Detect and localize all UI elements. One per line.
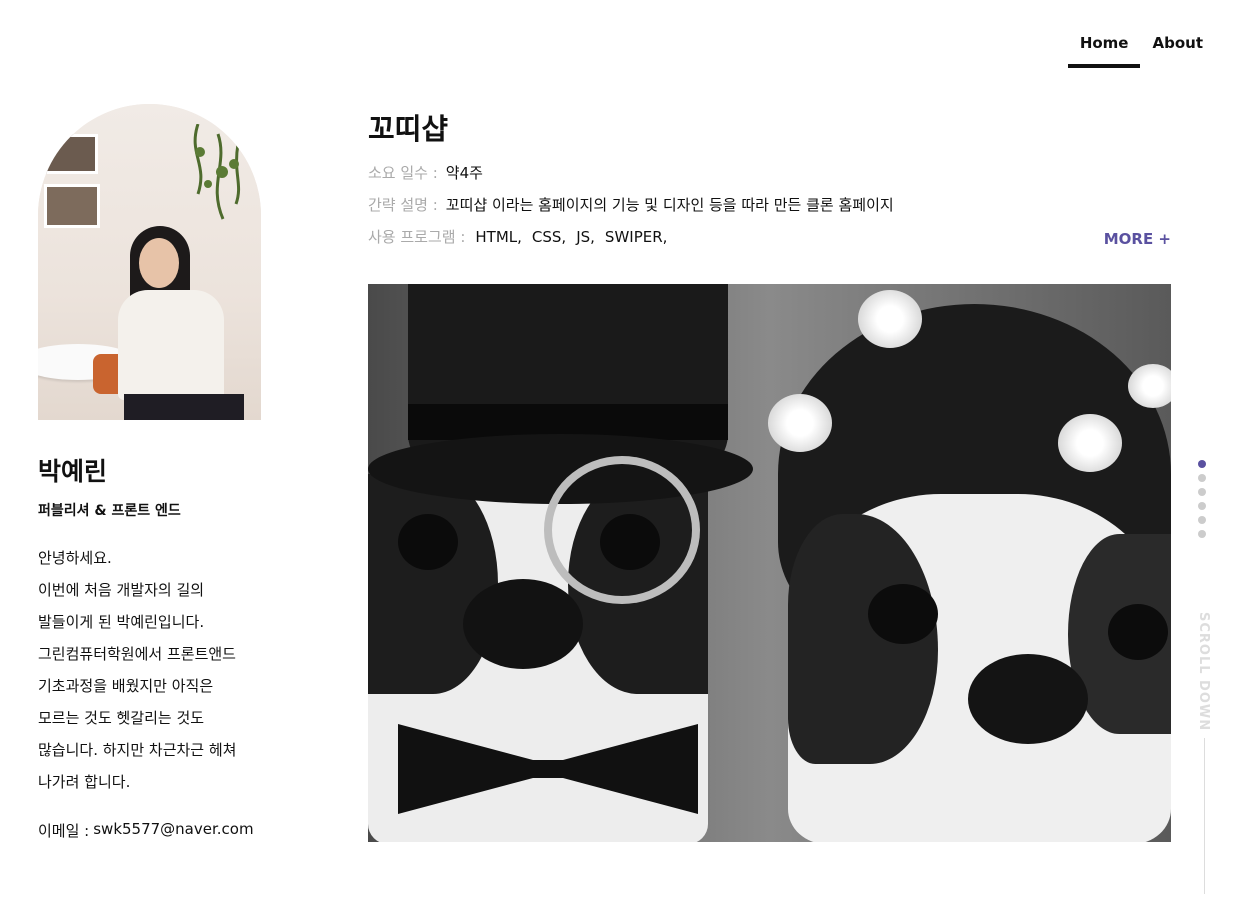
duration-row: 소요 일수 : 약4주 xyxy=(368,162,1171,194)
email-value: swk5577@naver.com xyxy=(93,820,254,838)
profile-intro: 안녕하세요. 이번에 처음 개발자의 길의 발들이게 된 박예린입니다. 그린컴… xyxy=(38,542,298,798)
profile-email: 이메일 : swk5577@naver.com xyxy=(38,820,298,841)
section-pagination xyxy=(1198,460,1206,538)
scroll-down-label: SCROLL DOWN xyxy=(1196,612,1211,732)
intro-line: 그린컴퓨터학원에서 프론트앤드 xyxy=(38,645,236,663)
tech-row: 사용 프로그램 : HTML, CSS, JS, SWIPER, xyxy=(368,226,1171,258)
description-value: 꼬띠샵 이라는 홈페이지의 기능 및 디자인 등을 따라 만든 클론 홈페이지 xyxy=(445,196,894,214)
intro-line: 발들이게 된 박예린입니다. xyxy=(38,613,205,631)
profile-photo xyxy=(38,104,261,420)
intro-line: 이번에 처음 개발자의 길의 xyxy=(38,581,205,599)
intro-line: 많습니다. 하지만 차근차근 헤쳐 xyxy=(38,741,237,759)
nav-about-link[interactable]: About xyxy=(1140,26,1215,64)
pagination-dot[interactable] xyxy=(1198,516,1206,524)
profile-name: 박예린 xyxy=(38,457,108,486)
intro-line: 안녕하세요. xyxy=(38,549,112,567)
tech-label: 사용 프로그램 : xyxy=(368,228,466,246)
more-button[interactable]: MORE + xyxy=(1104,230,1171,248)
project-title: 꼬띠샵 xyxy=(368,112,449,146)
intro-line: 모르는 것도 헷갈리는 것도 xyxy=(38,709,205,727)
duration-label: 소요 일수 : xyxy=(368,164,438,182)
tech-item: HTML, xyxy=(475,228,522,246)
scroll-line xyxy=(1204,738,1205,894)
pagination-dot[interactable] xyxy=(1198,488,1206,496)
tech-item: JS, xyxy=(576,228,595,246)
nav-home-link[interactable]: Home xyxy=(1067,26,1141,68)
profile-role: 퍼블리셔 & 프론트 엔드 xyxy=(38,503,181,519)
email-label: 이메일 : xyxy=(38,822,90,840)
pagination-dot[interactable] xyxy=(1198,460,1206,468)
project-info: 소요 일수 : 약4주 간략 설명 : 꼬띠샵 이라는 홈페이지의 기능 및 디… xyxy=(368,162,1171,258)
project-section: 꼬띠샵 소요 일수 : 약4주 간략 설명 : 꼬띠샵 이라는 홈페이지의 기능… xyxy=(368,106,1171,842)
tech-item: SWIPER, xyxy=(604,228,668,246)
profile-panel: 박예린 퍼블리셔 & 프론트 엔드 안녕하세요. 이번에 처음 개발자의 길의 … xyxy=(38,104,298,841)
top-nav: Home About xyxy=(1067,26,1215,68)
pagination-dot[interactable] xyxy=(1198,502,1206,510)
intro-line: 기초과정을 배웠지만 아직은 xyxy=(38,677,214,695)
pagination-dot[interactable] xyxy=(1198,474,1206,482)
duration-value: 약4주 xyxy=(445,164,483,182)
description-row: 간략 설명 : 꼬띠샵 이라는 홈페이지의 기능 및 디자인 등을 따라 만든 … xyxy=(368,194,1171,226)
intro-line: 나가려 합니다. xyxy=(38,773,131,791)
tech-list: HTML, CSS, JS, SWIPER, xyxy=(475,228,667,246)
tech-item: CSS, xyxy=(531,228,567,246)
description-label: 간략 설명 : xyxy=(368,196,438,214)
pagination-dot[interactable] xyxy=(1198,530,1206,538)
project-preview-image[interactable] xyxy=(368,284,1171,842)
